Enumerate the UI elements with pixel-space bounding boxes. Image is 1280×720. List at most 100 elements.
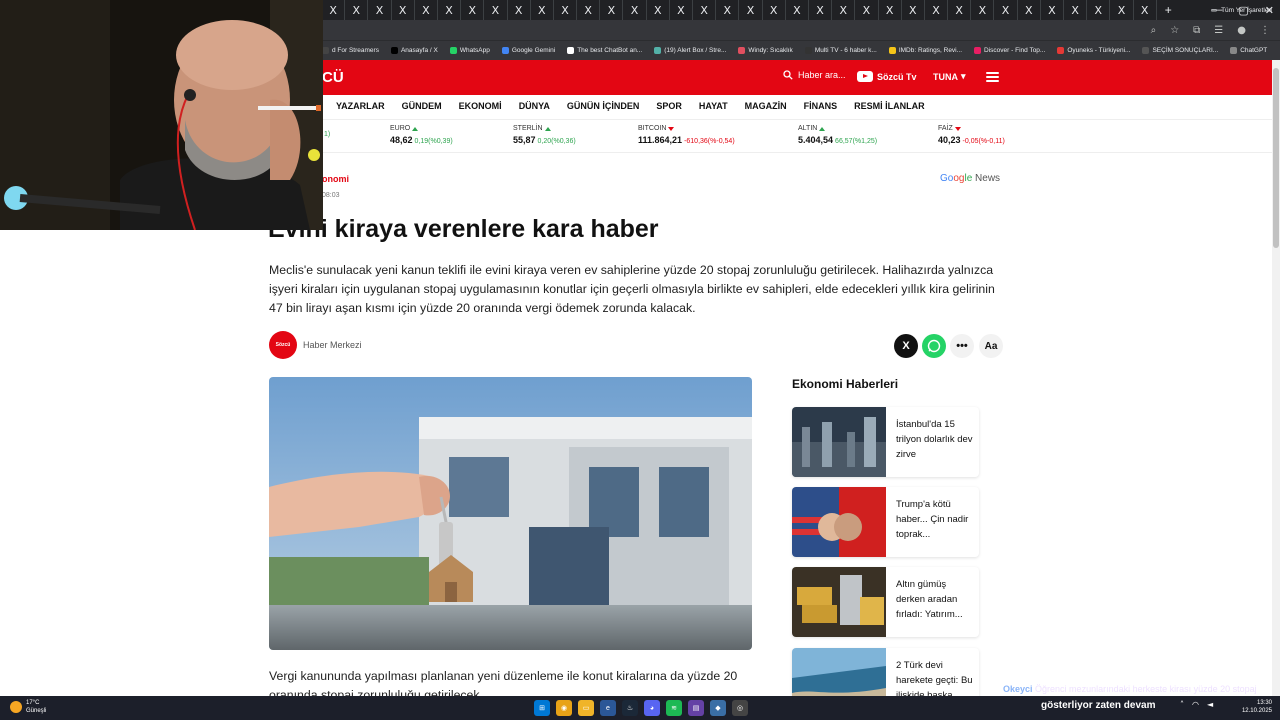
browser-tab[interactable]: X — [461, 0, 485, 20]
author-avatar[interactable]: Sözcü — [269, 331, 297, 359]
bookmark-item[interactable]: Windy: Sıcaklık — [738, 47, 793, 54]
browser-tab[interactable]: X — [855, 0, 879, 20]
ticker-item[interactable]: STERLİN 55,87 0,20(%0,36) — [513, 125, 576, 145]
search-input[interactable] — [798, 70, 846, 80]
sidebar-news-card[interactable]: Altın gümüş derken aradan fırladı: Yatır… — [792, 567, 979, 637]
bookmark-item[interactable]: WhatsApp — [449, 47, 490, 54]
site-logo[interactable]: CÜ — [322, 69, 344, 86]
browser-tab[interactable]: X — [647, 0, 670, 20]
nav-item[interactable]: DÜNYA — [519, 101, 550, 111]
author-name[interactable]: Haber Merkezi — [303, 340, 362, 350]
search-box[interactable] — [783, 70, 846, 80]
browser-tab[interactable]: X — [368, 0, 392, 20]
sidebar-news-card[interactable]: Trump'a kötü haber... Çin nadir toprak..… — [792, 487, 979, 557]
page-scrollbar[interactable] — [1272, 60, 1280, 696]
all-bookmarks[interactable]: ▭ Tüm Yer İşaretleri — [1211, 0, 1272, 20]
reading-list-icon[interactable]: ☰ — [1214, 25, 1223, 36]
browser-tab[interactable]: X — [809, 0, 833, 20]
bookmark-item[interactable]: Multi TV - 6 haber k... — [804, 47, 877, 54]
steam-icon[interactable]: ♨ — [622, 700, 638, 716]
share-x-button[interactable]: X — [894, 334, 918, 358]
sidebar-news-card[interactable]: İstanbul'da 15 trilyon dolarlık dev zirv… — [792, 407, 979, 477]
browser-tab[interactable]: X — [948, 0, 972, 20]
ticker-item[interactable]: 1) — [322, 125, 330, 138]
zoom-icon[interactable]: ⌕ — [1151, 25, 1157, 36]
bookmark-star-icon[interactable]: ☆ — [1170, 25, 1179, 36]
share-whatsapp-button[interactable] — [922, 334, 946, 358]
edge-icon[interactable]: e — [600, 700, 616, 716]
browser-tab[interactable]: X — [392, 0, 415, 20]
google-news-link[interactable]: Google News — [940, 173, 1000, 184]
bookmark-item[interactable]: Anasayfa / X — [390, 47, 438, 54]
browser-tab[interactable]: X — [925, 0, 949, 20]
bookmark-item[interactable]: Oyuneks - Türkiyeni... — [1057, 47, 1130, 54]
browser-tab[interactable]: X — [902, 0, 925, 20]
browser-tab[interactable]: X — [415, 0, 438, 20]
bookmark-item[interactable]: Discover - Find Top... — [974, 47, 1045, 54]
nav-item[interactable]: MAGAZİN — [745, 101, 787, 111]
browser-tab[interactable]: X — [1041, 0, 1064, 20]
browser-tab[interactable]: X — [600, 0, 624, 20]
browser-tab[interactable]: X — [971, 0, 995, 20]
chrome-icon[interactable]: ◉ — [556, 700, 572, 716]
app-icon[interactable]: ◆ — [710, 700, 726, 716]
user-menu[interactable]: TUNA ▾ — [933, 71, 966, 82]
bookmark-item[interactable]: d For Streamers — [322, 47, 379, 54]
nav-item[interactable]: YAZARLAR — [336, 101, 385, 111]
browser-tab[interactable]: X — [879, 0, 902, 20]
ticker-item[interactable]: ALTIN 5.404,54 66,57(%1,25) — [798, 125, 877, 145]
bookmark-item[interactable]: The best ChatBot an... — [567, 47, 642, 54]
browser-tab[interactable]: X — [577, 0, 601, 20]
bookmark-item[interactable]: ChatGPT — [1230, 47, 1267, 54]
spotify-icon[interactable]: ≋ — [666, 700, 682, 716]
ticker-item[interactable]: EURO 48,62 0,19(%0,39) — [390, 125, 453, 145]
nav-item[interactable]: SPOR — [656, 101, 682, 111]
start-icon[interactable]: ⊞ — [534, 700, 550, 716]
browser-tab[interactable]: X — [832, 0, 856, 20]
share-more-button[interactable]: ••• — [950, 334, 974, 358]
nav-item[interactable]: FİNANS — [804, 101, 838, 111]
obs-icon[interactable]: ◎ — [732, 700, 748, 716]
browser-tab[interactable]: X — [484, 0, 508, 20]
system-clock[interactable]: 13:30 12.10.2025 — [1240, 699, 1272, 715]
browser-tab[interactable]: X — [1087, 0, 1111, 20]
browser-tab[interactable]: X — [693, 0, 717, 20]
browser-tab[interactable]: X — [739, 0, 763, 20]
ticker-item[interactable]: FAİZ 40,23 -0,05(%-0,11) — [938, 125, 1005, 145]
chevron-up-icon[interactable]: ˄ — [1180, 700, 1184, 709]
menu-dots-icon[interactable]: ⋮ — [1260, 25, 1270, 36]
extensions-icon[interactable]: ⧉ — [1193, 25, 1200, 36]
volume-icon[interactable]: ◄ — [1207, 700, 1213, 709]
browser-tab[interactable]: X — [322, 0, 346, 20]
file-explorer-icon[interactable]: ▭ — [578, 700, 594, 716]
browser-tab[interactable]: X — [1110, 0, 1134, 20]
hamburger-menu-icon[interactable] — [986, 72, 999, 82]
sozcu-tv-link[interactable]: Sözcü Tv — [857, 71, 917, 82]
browser-tab[interactable]: X — [994, 0, 1018, 20]
browser-tab[interactable]: X — [438, 0, 462, 20]
bookmark-item[interactable]: SEÇİM SONUÇLARI... — [1142, 47, 1218, 54]
browser-tab[interactable]: X — [716, 0, 740, 20]
twitch-icon[interactable]: ▤ — [688, 700, 704, 716]
bookmark-item[interactable]: (19) Alert Box / Stre... — [654, 47, 726, 54]
wifi-icon[interactable]: ◠ — [1192, 700, 1199, 709]
nav-item[interactable]: EKONOMİ — [459, 101, 502, 111]
weather-widget[interactable]: 17°C Güneşli — [10, 699, 46, 715]
browser-tab[interactable]: X — [786, 0, 809, 20]
browser-tab[interactable]: X — [1064, 0, 1088, 20]
scrollbar-thumb[interactable] — [1273, 68, 1279, 248]
new-tab-button[interactable]: + — [1165, 3, 1172, 17]
browser-tab[interactable]: X — [508, 0, 531, 20]
bookmark-item[interactable]: Google Gemini — [501, 47, 555, 54]
nav-item[interactable]: GÜNÜN İÇİNDEN — [567, 101, 640, 111]
browser-tab[interactable]: X — [531, 0, 554, 20]
nav-item[interactable]: GÜNDEM — [402, 101, 442, 111]
profile-icon[interactable]: ● — [1237, 25, 1246, 36]
browser-tab[interactable]: X — [345, 0, 369, 20]
browser-tab[interactable]: X — [554, 0, 578, 20]
nav-item[interactable]: RESMİ İLANLAR — [854, 101, 925, 111]
bookmark-item[interactable]: IMDb: Ratings, Revi... — [888, 47, 962, 54]
article-category[interactable]: onomi — [322, 174, 349, 184]
nav-item[interactable]: HAYAT — [699, 101, 728, 111]
browser-tab[interactable]: X — [1018, 0, 1041, 20]
